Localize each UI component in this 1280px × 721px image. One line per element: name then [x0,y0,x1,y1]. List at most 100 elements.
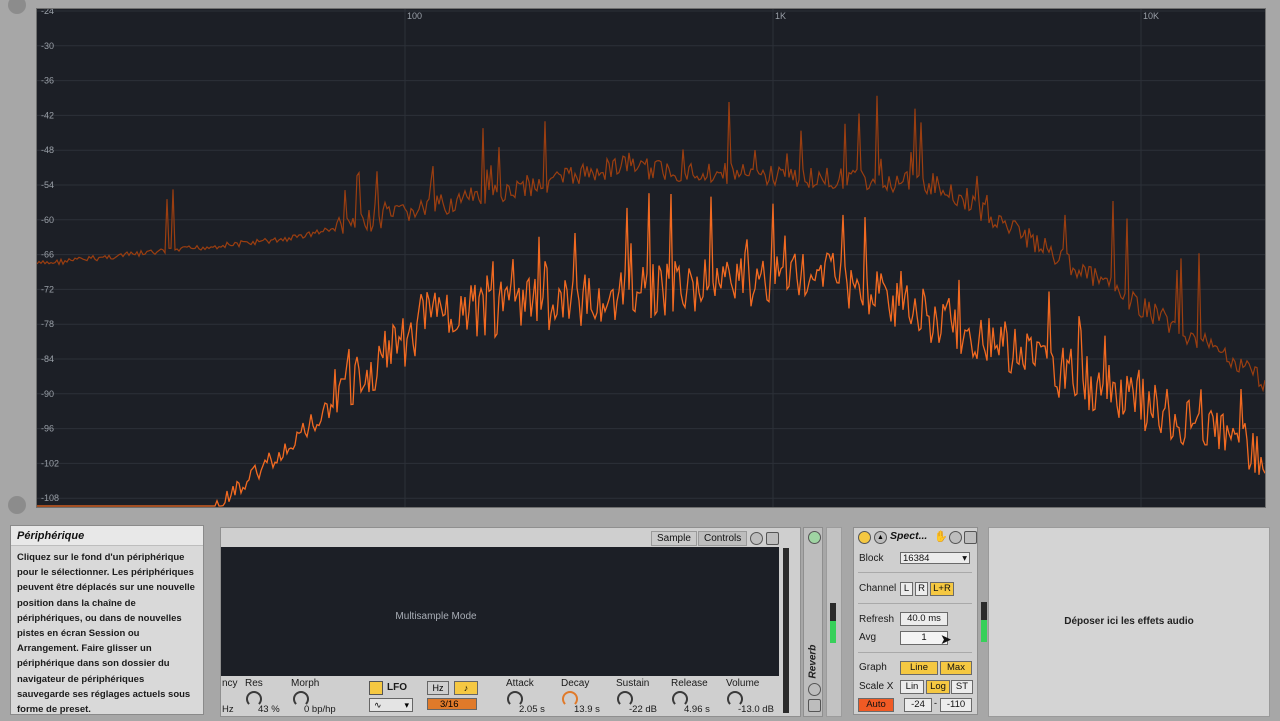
decay-label: Decay [561,678,590,689]
reverb-hot-swap-icon[interactable] [808,683,821,696]
scale-lin-button[interactable]: Lin [900,680,924,694]
db-tick-label: -72 [41,284,54,294]
reverb-title: Reverb [807,644,819,679]
tab-controls[interactable]: Controls [698,531,748,546]
info-line: pistes en écran Session ou [17,628,140,640]
lfo-waveform-select[interactable]: ∿ ▾ [369,698,413,712]
scale-log-button[interactable]: Log [926,680,950,694]
sampler-device[interactable]: Sample Controls Multisample Mode ncy Hz … [220,527,801,717]
reverb-device-collapsed[interactable]: Reverb [803,527,823,717]
save-preset-icon[interactable] [766,532,779,545]
reverb-save-icon[interactable] [808,699,821,712]
db-tick-label: -102 [41,458,59,468]
res-value[interactable]: 43 % [258,704,280,715]
info-line: périphériques, ou dans de nouvelles [17,612,182,624]
level-meter [830,603,836,643]
release-value[interactable]: 4.96 s [684,704,710,715]
mouse-cursor-icon: ➤ [940,631,952,647]
divider [858,572,972,573]
db-tick-label: -60 [41,215,54,225]
sustain-label: Sustain [616,678,650,689]
range-min-field[interactable]: -24 [904,698,932,712]
spectrum-device[interactable]: ▲ Spect... ✋ Block 16384 ▾ Channel L R L… [853,527,978,715]
volume-value[interactable]: -13.0 dB [738,704,774,715]
morph-value[interactable]: 0 bp/hp [304,704,336,715]
morph-label: Morph [291,678,320,689]
db-tick-label: -84 [41,354,54,364]
chevron-down-icon: ▾ [962,553,967,564]
block-label: Block [859,553,884,564]
hand-icon[interactable]: ✋ [934,530,948,543]
tab-sample[interactable]: Sample [651,531,697,546]
info-line: forme de preset. [17,704,91,716]
db-tick-label: -30 [41,41,54,51]
device-on-icon[interactable] [858,531,871,544]
collapse-icon[interactable] [8,0,26,14]
info-line: position dans la chaîne de [17,597,136,609]
info-line: Arrangement. Faire glisser un [17,643,152,655]
info-line: sauvegarde ses réglages actuels sous [17,688,191,700]
channel-r-button[interactable]: R [915,582,928,596]
divider [858,652,972,653]
instrument-output-meter [783,548,789,713]
save-preset-icon[interactable] [964,531,977,544]
db-tick-label: -66 [41,250,54,260]
db-tick-label: -42 [41,110,54,120]
lfo-rate-value[interactable]: 3/16 [427,698,477,710]
graph-line-button[interactable]: Line [900,661,938,675]
range-max-field[interactable]: -110 [940,698,972,712]
db-tick-label: -90 [41,389,54,399]
volume-label: Volume [726,678,760,689]
freq-tick-label: 10K [1143,11,1159,21]
sine-wave-icon: ∿ [374,700,382,710]
reverb-power-icon[interactable] [808,531,821,544]
frequency-label: ncy [222,678,238,689]
drop-zone-text: Déposer ici les effets audio [1064,616,1194,627]
lfo-toggle[interactable] [369,681,383,695]
freq-tick-label: 100 [407,11,422,21]
device-title: Spect... [890,530,928,542]
max-spectrum-curve [37,95,1265,393]
line-spectrum-curve [37,193,1265,507]
db-tick-label: -48 [41,145,54,155]
spectrum-display[interactable]: -24 -30 -36 -42 -48 -54 -60 -66 -72 -78 -84 -90 -96 -… [36,8,1266,508]
decay-value[interactable]: 13.9 s [574,704,600,715]
attack-value[interactable]: 2.05 s [519,704,545,715]
db-tick-label: -24 [41,9,54,16]
lfo-hz-button[interactable]: Hz [427,681,449,695]
auto-range-button[interactable]: Auto [858,698,894,712]
info-title: Périphérique [11,526,203,546]
hot-swap-icon[interactable] [750,532,763,545]
channel-l-button[interactable]: L [900,582,913,596]
attack-label: Attack [506,678,534,689]
sustain-value[interactable]: -22 dB [629,704,657,715]
db-tick-label: -78 [41,319,54,329]
frequency-value[interactable]: Hz [222,704,234,715]
fold-icon[interactable]: ▲ [874,531,887,544]
info-line: navigateur de périphériques [17,673,145,685]
hot-swap-icon[interactable] [949,531,962,544]
info-line: peuvent être déplacés sur une nouvelle [17,582,195,594]
freq-tick-label: 1K [775,11,786,21]
spectrum-output-meter [981,602,987,642]
device-view-icon[interactable] [8,496,26,514]
db-tick-label: -108 [41,493,59,503]
scale-st-button[interactable]: ST [951,680,973,694]
sample-display[interactable]: Multisample Mode [221,547,779,676]
db-tick-label: -96 [41,424,54,434]
channel-lr-button[interactable]: L+R [930,582,954,596]
lfo-sync-button[interactable]: ♪ [454,681,478,695]
info-body: Cliquez sur le fond d'un périphérique po… [11,546,203,721]
lfo-label: LFO [387,682,407,693]
release-label: Release [671,678,708,689]
graph-max-button[interactable]: Max [940,661,972,675]
refresh-field[interactable]: 40.0 ms [900,612,948,626]
block-select[interactable]: 16384 ▾ [900,552,970,564]
info-line: Cliquez sur le fond d'un périphérique [17,552,185,563]
avg-label: Avg [859,632,877,643]
divider [858,603,972,604]
info-line: pour le sélectionner. Les périphériques [17,567,194,579]
db-tick-label: -54 [41,180,54,190]
db-tick-label: -36 [41,76,54,86]
audio-effects-drop-zone[interactable]: Déposer ici les effets audio [988,527,1270,717]
